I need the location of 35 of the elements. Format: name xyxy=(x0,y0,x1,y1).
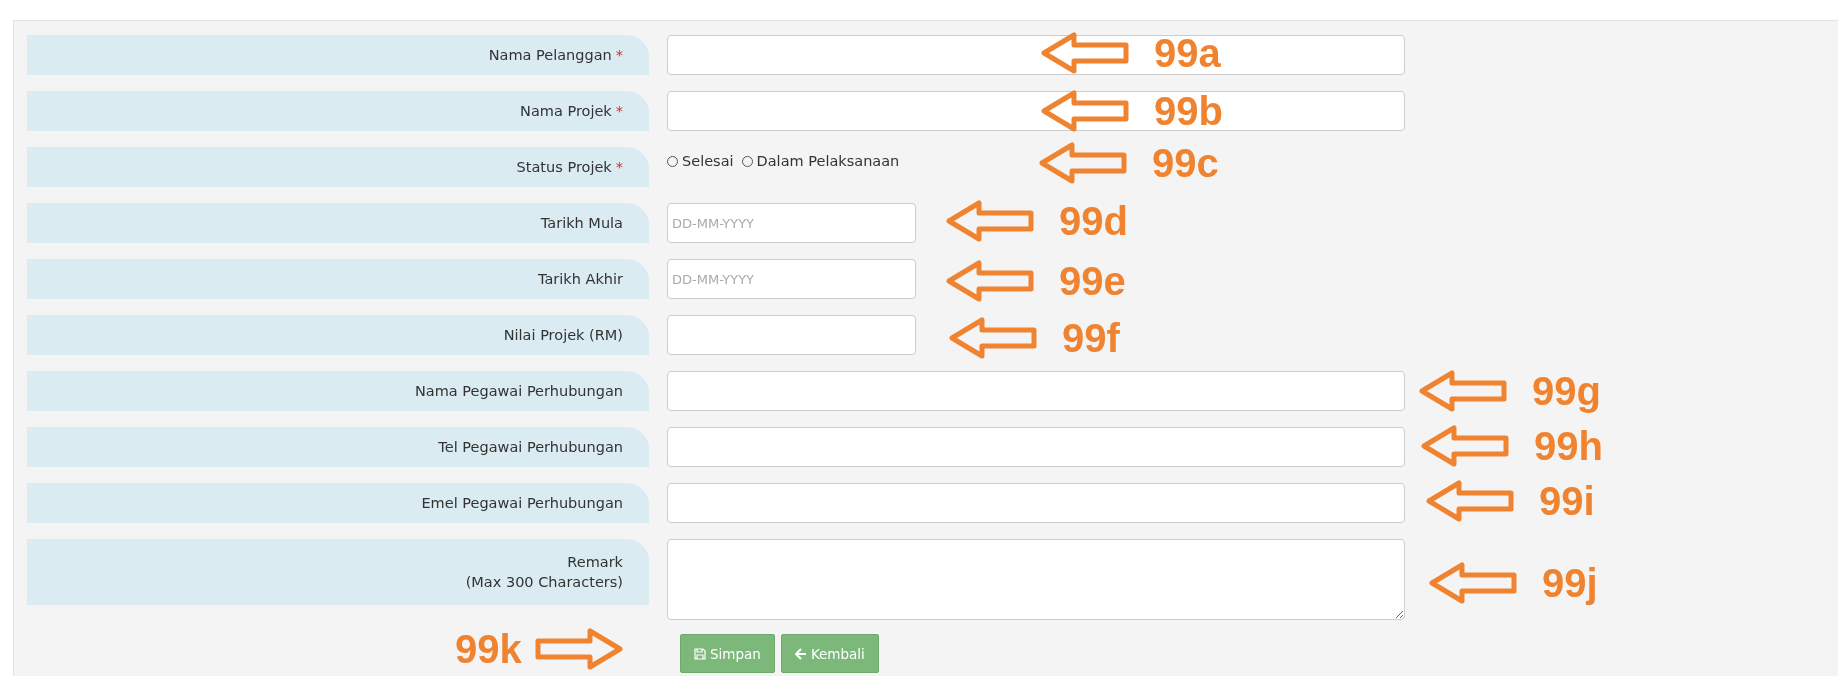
text-field[interactable] xyxy=(667,35,1405,75)
callout-label: 99h xyxy=(1534,426,1603,466)
field-label: Nama Pegawai Perhubungan xyxy=(414,382,623,401)
callout-label: 99c xyxy=(1152,143,1219,183)
field-label: Status Projek * xyxy=(516,158,623,177)
callout-label: 99k xyxy=(455,629,522,669)
field-label: (Max 300 Characters) xyxy=(465,573,623,592)
text-field[interactable] xyxy=(667,483,1405,523)
save-icon xyxy=(694,647,706,660)
field-label: Nilai Projek (RM) xyxy=(503,326,623,345)
callout-label: 99d xyxy=(1059,201,1128,241)
arrow-left-icon xyxy=(794,647,807,660)
date-field[interactable]: DD-MM-YYYY xyxy=(667,259,916,299)
callout-label: 99g xyxy=(1532,371,1601,411)
field-label: Nama Pelanggan * xyxy=(488,46,623,65)
text-field[interactable] xyxy=(667,315,916,355)
radio-option[interactable]: Selesai xyxy=(667,153,734,169)
field-label: Tarikh Mula xyxy=(540,214,623,233)
callout-label: 99b xyxy=(1154,91,1223,131)
remark-field[interactable] xyxy=(667,539,1405,620)
field-label: Emel Pegawai Perhubungan xyxy=(421,494,623,513)
field-label: Tel Pegawai Perhubungan xyxy=(438,438,623,457)
callout-label: 99i xyxy=(1539,481,1595,521)
text-field[interactable] xyxy=(667,91,1405,131)
callout-label: 99e xyxy=(1059,261,1126,301)
date-field[interactable]: DD-MM-YYYY xyxy=(667,203,916,243)
option-label: Selesai xyxy=(682,153,734,169)
text-field[interactable] xyxy=(667,371,1405,411)
callout-label: 99a xyxy=(1154,33,1221,73)
field-label: Tarikh Akhir xyxy=(537,270,623,289)
text-field[interactable] xyxy=(667,427,1405,467)
field-label: Remark xyxy=(567,553,623,572)
field-label: Nama Projek * xyxy=(520,102,623,121)
callout-label: 99j xyxy=(1542,563,1598,603)
callout-label: 99f xyxy=(1062,318,1120,358)
